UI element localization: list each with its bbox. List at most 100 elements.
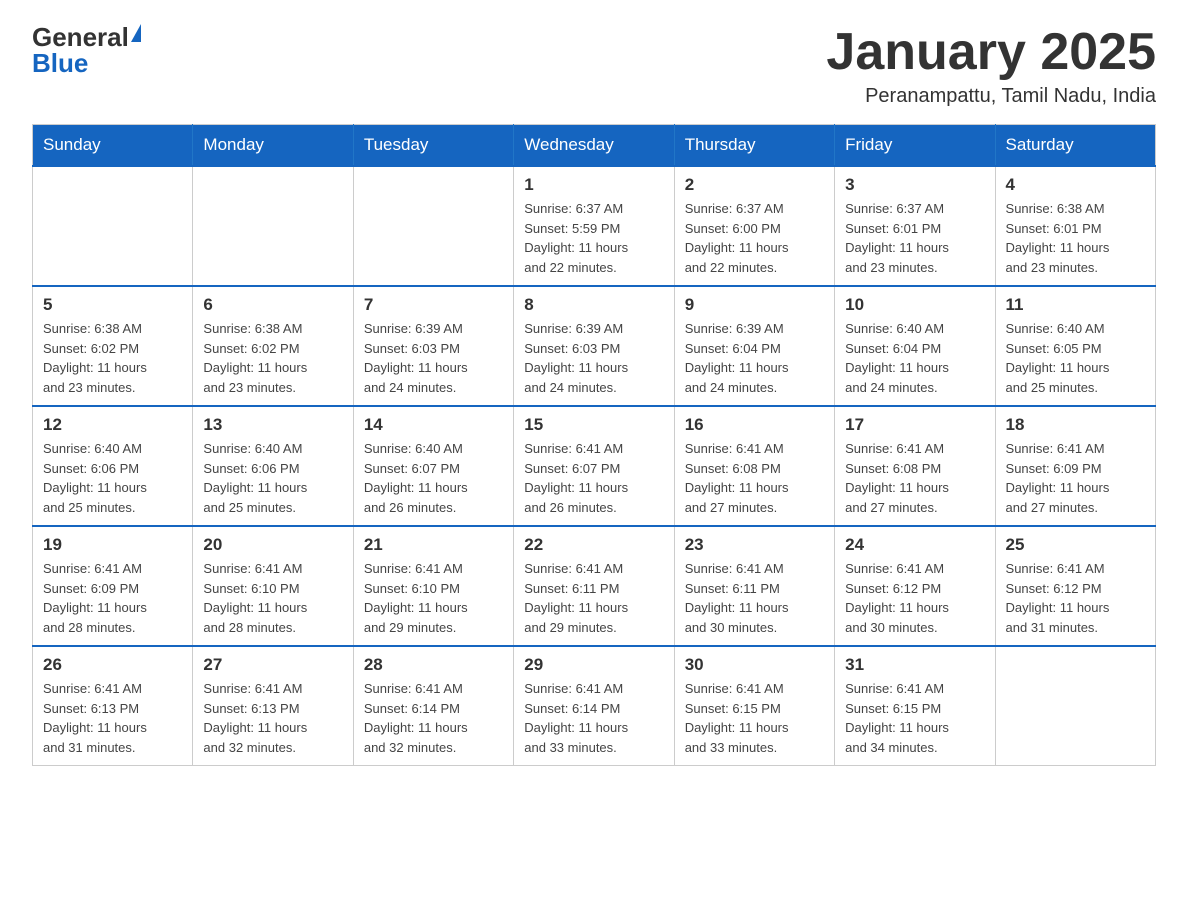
week-row-2: 5Sunrise: 6:38 AMSunset: 6:02 PMDaylight… [33,286,1156,406]
calendar-cell: 11Sunrise: 6:40 AMSunset: 6:05 PMDayligh… [995,286,1155,406]
day-info: Sunrise: 6:40 AMSunset: 6:05 PMDaylight:… [1006,319,1145,397]
calendar-cell: 26Sunrise: 6:41 AMSunset: 6:13 PMDayligh… [33,646,193,766]
day-info: Sunrise: 6:41 AMSunset: 6:10 PMDaylight:… [203,559,342,637]
logo-general: General [32,24,129,50]
calendar-cell: 18Sunrise: 6:41 AMSunset: 6:09 PMDayligh… [995,406,1155,526]
calendar-cell: 29Sunrise: 6:41 AMSunset: 6:14 PMDayligh… [514,646,674,766]
calendar-cell: 27 Sunrise: 6:41 AMSunset: 6:13 PMDayligh… [193,646,353,766]
calendar-cell: 9 Sunrise: 6:39 AMSunset: 6:04 PMDaylight… [674,286,834,406]
day-info: Sunrise: 6:41 AMSunset: 6:07 PMDaylight:… [524,439,663,517]
day-number: 29 [524,655,663,675]
day-number: 23 [685,535,824,555]
calendar-cell: 24 Sunrise: 6:41 AMSunset: 6:12 PMDayligh… [835,526,995,646]
logo: General Blue [32,24,141,76]
day-info: Sunrise: 6:41 AMSunset: 6:12 PMDaylight:… [845,559,984,637]
calendar-cell: 19Sunrise: 6:41 AMSunset: 6:09 PMDayligh… [33,526,193,646]
day-number: 9 [685,295,824,315]
calendar-cell [353,166,513,286]
day-info: Sunrise: 6:38 AMSunset: 6:01 PMDaylight:… [1006,199,1145,277]
title-section: January 2025 Peranampattu, Tamil Nadu, I… [826,24,1156,108]
day-info: Sunrise: 6:40 AMSunset: 6:04 PMDaylight:… [845,319,984,397]
week-row-1: 1 Sunrise: 6:37 AMSunset: 5:59 PMDaylight… [33,166,1156,286]
day-info: Sunrise: 6:40 AMSunset: 6:06 PMDaylight:… [203,439,342,517]
calendar-cell: 23 Sunrise: 6:41 AMSunset: 6:11 PMDayligh… [674,526,834,646]
day-number: 22 [524,535,663,555]
day-number: 4 [1006,175,1145,195]
day-number: 12 [43,415,182,435]
day-number: 10 [845,295,984,315]
day-info: Sunrise: 6:37 AMSunset: 6:01 PMDaylight:… [845,199,984,277]
calendar-cell: 20 Sunrise: 6:41 AMSunset: 6:10 PMDayligh… [193,526,353,646]
day-number: 20 [203,535,342,555]
day-number: 24 [845,535,984,555]
header-row: SundayMondayTuesdayWednesdayThursdayFrid… [33,125,1156,167]
day-number: 17 [845,415,984,435]
calendar-cell: 6 Sunrise: 6:38 AMSunset: 6:02 PMDaylight… [193,286,353,406]
page-header: General Blue January 2025 Peranampattu, … [32,24,1156,108]
day-number: 2 [685,175,824,195]
day-number: 27 [203,655,342,675]
day-info: Sunrise: 6:41 AMSunset: 6:08 PMDaylight:… [845,439,984,517]
header-day-monday: Monday [193,125,353,167]
day-info: Sunrise: 6:37 AMSunset: 5:59 PMDaylight:… [524,199,663,277]
day-info: Sunrise: 6:37 AMSunset: 6:00 PMDaylight:… [685,199,824,277]
day-number: 30 [685,655,824,675]
day-number: 25 [1006,535,1145,555]
day-info: Sunrise: 6:41 AMSunset: 6:13 PMDaylight:… [203,679,342,757]
day-info: Sunrise: 6:41 AMSunset: 6:08 PMDaylight:… [685,439,824,517]
day-info: Sunrise: 6:41 AMSunset: 6:10 PMDaylight:… [364,559,503,637]
calendar-cell: 28Sunrise: 6:41 AMSunset: 6:14 PMDayligh… [353,646,513,766]
calendar-cell: 8 Sunrise: 6:39 AMSunset: 6:03 PMDaylight… [514,286,674,406]
day-info: Sunrise: 6:38 AMSunset: 6:02 PMDaylight:… [43,319,182,397]
day-number: 6 [203,295,342,315]
calendar-cell: 10 Sunrise: 6:40 AMSunset: 6:04 PMDayligh… [835,286,995,406]
day-info: Sunrise: 6:41 AMSunset: 6:11 PMDaylight:… [685,559,824,637]
day-number: 1 [524,175,663,195]
month-title: January 2025 [826,24,1156,81]
calendar-cell: 31Sunrise: 6:41 AMSunset: 6:15 PMDayligh… [835,646,995,766]
day-number: 3 [845,175,984,195]
calendar-cell: 13 Sunrise: 6:40 AMSunset: 6:06 PMDayligh… [193,406,353,526]
day-info: Sunrise: 6:39 AMSunset: 6:03 PMDaylight:… [524,319,663,397]
week-row-3: 12 Sunrise: 6:40 AMSunset: 6:06 PMDayligh… [33,406,1156,526]
day-info: Sunrise: 6:40 AMSunset: 6:06 PMDaylight:… [43,439,182,517]
header-day-wednesday: Wednesday [514,125,674,167]
week-row-4: 19Sunrise: 6:41 AMSunset: 6:09 PMDayligh… [33,526,1156,646]
day-number: 14 [364,415,503,435]
day-info: Sunrise: 6:41 AMSunset: 6:15 PMDaylight:… [845,679,984,757]
day-number: 18 [1006,415,1145,435]
day-info: Sunrise: 6:41 AMSunset: 6:14 PMDaylight:… [364,679,503,757]
calendar-cell: 15 Sunrise: 6:41 AMSunset: 6:07 PMDayligh… [514,406,674,526]
day-number: 26 [43,655,182,675]
calendar-cell: 4 Sunrise: 6:38 AMSunset: 6:01 PMDaylight… [995,166,1155,286]
calendar-cell: 21Sunrise: 6:41 AMSunset: 6:10 PMDayligh… [353,526,513,646]
day-info: Sunrise: 6:41 AMSunset: 6:12 PMDaylight:… [1006,559,1145,637]
logo-blue: Blue [32,50,88,76]
calendar-cell: 7Sunrise: 6:39 AMSunset: 6:03 PMDaylight… [353,286,513,406]
calendar-cell: 1 Sunrise: 6:37 AMSunset: 5:59 PMDaylight… [514,166,674,286]
logo-triangle-icon [131,24,141,42]
day-info: Sunrise: 6:41 AMSunset: 6:15 PMDaylight:… [685,679,824,757]
day-info: Sunrise: 6:39 AMSunset: 6:04 PMDaylight:… [685,319,824,397]
calendar-cell: 2 Sunrise: 6:37 AMSunset: 6:00 PMDaylight… [674,166,834,286]
calendar-cell: 14Sunrise: 6:40 AMSunset: 6:07 PMDayligh… [353,406,513,526]
header-day-thursday: Thursday [674,125,834,167]
day-number: 13 [203,415,342,435]
calendar-cell: 17 Sunrise: 6:41 AMSunset: 6:08 PMDayligh… [835,406,995,526]
day-number: 15 [524,415,663,435]
day-number: 8 [524,295,663,315]
header-day-friday: Friday [835,125,995,167]
day-info: Sunrise: 6:41 AMSunset: 6:11 PMDaylight:… [524,559,663,637]
calendar-cell: 12 Sunrise: 6:40 AMSunset: 6:06 PMDayligh… [33,406,193,526]
calendar-header: SundayMondayTuesdayWednesdayThursdayFrid… [33,125,1156,167]
calendar-cell: 16 Sunrise: 6:41 AMSunset: 6:08 PMDayligh… [674,406,834,526]
calendar-body: 1 Sunrise: 6:37 AMSunset: 5:59 PMDaylight… [33,166,1156,766]
day-number: 7 [364,295,503,315]
calendar-cell: 3 Sunrise: 6:37 AMSunset: 6:01 PMDaylight… [835,166,995,286]
calendar-cell: 30 Sunrise: 6:41 AMSunset: 6:15 PMDayligh… [674,646,834,766]
calendar-cell [193,166,353,286]
day-info: Sunrise: 6:38 AMSunset: 6:02 PMDaylight:… [203,319,342,397]
day-number: 16 [685,415,824,435]
day-info: Sunrise: 6:41 AMSunset: 6:09 PMDaylight:… [43,559,182,637]
calendar-cell: 25 Sunrise: 6:41 AMSunset: 6:12 PMDayligh… [995,526,1155,646]
